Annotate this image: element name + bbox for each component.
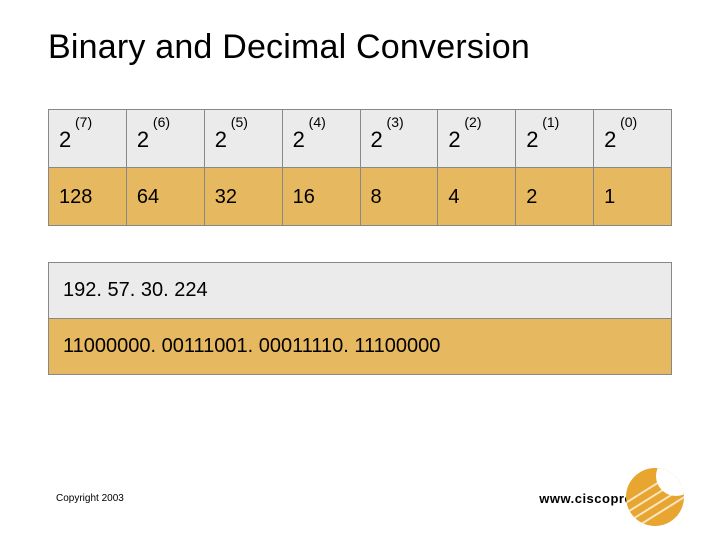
base-label: 2 [371, 127, 383, 153]
ip-decimal-cell: 192. 57. 30. 224 [49, 263, 672, 319]
value-cell: 32 [204, 168, 282, 226]
base-label: 2 [59, 127, 71, 153]
page-title: Binary and Decimal Conversion [48, 28, 672, 67]
exponent-label: (0) [620, 114, 637, 130]
base-label: 2 [448, 127, 460, 153]
base-label: 2 [215, 127, 227, 153]
values-row: 128 64 32 16 8 4 2 1 [49, 168, 672, 226]
value-cell: 128 [49, 168, 127, 226]
exponent-label: (3) [387, 114, 404, 130]
exponent-label: (2) [464, 114, 481, 130]
exponent-label: (1) [542, 114, 559, 130]
value-cell: 4 [438, 168, 516, 226]
power-cell: 2(6) [126, 110, 204, 168]
base-label: 2 [293, 127, 305, 153]
exponent-label: (5) [231, 114, 248, 130]
powers-row: 2(7) 2(6) 2(5) 2(4) 2(3) 2(2) 2(1) 2(0) [49, 110, 672, 168]
power-cell: 2(5) [204, 110, 282, 168]
powers-table: 2(7) 2(6) 2(5) 2(4) 2(3) 2(2) 2(1) 2(0) … [48, 109, 672, 226]
power-cell: 2(2) [438, 110, 516, 168]
power-cell: 2(1) [516, 110, 594, 168]
base-label: 2 [604, 127, 616, 153]
value-cell: 8 [360, 168, 438, 226]
base-label: 2 [137, 127, 149, 153]
base-label: 2 [526, 127, 538, 153]
ciscopress-logo-icon [626, 468, 684, 526]
exponent-label: (7) [75, 114, 92, 130]
value-cell: 2 [516, 168, 594, 226]
ip-table: 192. 57. 30. 224 11000000. 00111001. 000… [48, 262, 672, 375]
power-cell: 2(7) [49, 110, 127, 168]
exponent-label: (4) [309, 114, 326, 130]
power-cell: 2(3) [360, 110, 438, 168]
power-cell: 2(4) [282, 110, 360, 168]
copyright-text: Copyright 2003 [56, 493, 124, 504]
value-cell: 64 [126, 168, 204, 226]
value-cell: 1 [594, 168, 672, 226]
slide: Binary and Decimal Conversion 2(7) 2(6) … [0, 0, 720, 540]
exponent-label: (6) [153, 114, 170, 130]
power-cell: 2(0) [594, 110, 672, 168]
value-cell: 16 [282, 168, 360, 226]
footer: Copyright 2003 www.ciscopress.com [56, 491, 680, 506]
ip-binary-cell: 11000000. 00111001. 00011110. 11100000 [49, 319, 672, 375]
